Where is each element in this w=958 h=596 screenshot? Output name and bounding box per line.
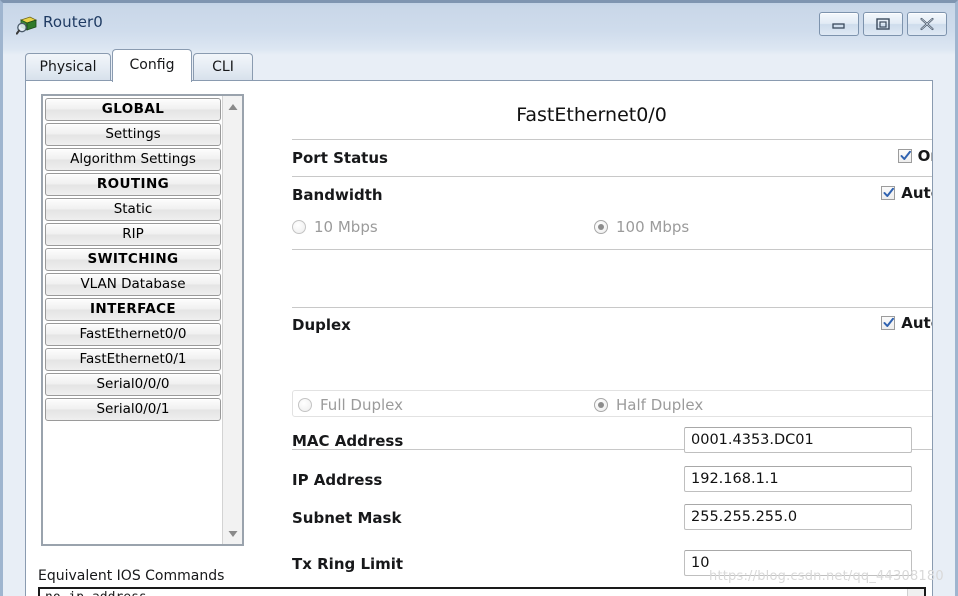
duplex-auto-checkbox[interactable]: Auto: [881, 314, 932, 332]
router-config-window: Router0 Physical Config CLI GLOBAL Setti…: [0, 0, 958, 596]
duplex-radio-half-label: Half Duplex: [616, 396, 704, 414]
maximize-button[interactable]: [863, 12, 903, 36]
ip-address-label: IP Address: [292, 471, 383, 489]
maximize-icon: [876, 18, 890, 30]
ios-command-text: no ip address: [45, 590, 147, 596]
sidebar-item-global[interactable]: GLOBAL: [45, 98, 221, 121]
sidebar-item-fastethernet0-1[interactable]: FastEthernet0/1: [45, 348, 221, 371]
config-pane: GLOBAL Settings Algorithm Settings ROUTI…: [25, 80, 933, 596]
sidebar-item-switching[interactable]: SWITCHING: [45, 248, 221, 271]
sidebar-item-serial0-0-0[interactable]: Serial0/0/0: [45, 373, 221, 396]
sidebar-item-serial0-0-1[interactable]: Serial0/0/1: [45, 398, 221, 421]
subnet-mask-label: Subnet Mask: [292, 509, 402, 527]
bandwidth-auto-checkbox[interactable]: Auto: [881, 184, 932, 202]
checkbox-checked-icon: [881, 316, 896, 330]
window-controls: [819, 12, 947, 36]
sidebar-item-vlan-database[interactable]: VLAN Database: [45, 273, 221, 296]
tab-physical[interactable]: Physical: [25, 53, 111, 81]
radio-selected-icon: [594, 220, 608, 234]
sidebar-item-static[interactable]: Static: [45, 198, 221, 221]
duplex-auto-label: Auto: [901, 314, 932, 332]
scroll-up-arrow-icon[interactable]: [223, 98, 242, 115]
sidebar-item-routing[interactable]: ROUTING: [45, 173, 221, 196]
port-status-checkbox-label: On: [917, 147, 932, 165]
equivalent-ios-commands-label: Equivalent IOS Commands: [38, 568, 225, 584]
bandwidth-radio-100mbps-label: 100 Mbps: [616, 218, 690, 236]
window-title: Router0: [43, 13, 103, 31]
subnet-mask-input[interactable]: [684, 504, 912, 530]
port-status-label: Port Status: [292, 149, 388, 167]
divider-top: [292, 139, 932, 140]
radio-unselected-icon: [292, 220, 306, 234]
close-button[interactable]: [907, 12, 947, 36]
checkbox-checked-icon: [881, 186, 896, 200]
bandwidth-auto-label: Auto: [901, 184, 932, 202]
equivalent-ios-commands-console[interactable]: no ip address: [38, 587, 926, 596]
sidebar-item-settings[interactable]: Settings: [45, 123, 221, 146]
interface-title: FastEthernet0/0: [516, 104, 667, 126]
tab-config[interactable]: Config: [112, 49, 192, 82]
bandwidth-radio-10mbps-label: 10 Mbps: [314, 218, 378, 236]
sidebar-item-fastethernet0-0[interactable]: FastEthernet0/0: [45, 323, 221, 346]
mac-address-label: MAC Address: [292, 432, 404, 450]
port-status-checkbox[interactable]: On: [897, 147, 932, 165]
sidebar-item-interface[interactable]: INTERFACE: [45, 298, 221, 321]
radio-unselected-icon: [298, 398, 312, 412]
duplex-radio-full-label: Full Duplex: [320, 396, 404, 414]
tx-ring-limit-label: Tx Ring Limit: [292, 555, 404, 573]
sidebar-scrollbar[interactable]: [222, 96, 242, 544]
divider-port-status: [292, 176, 932, 177]
duplex-radio-full[interactable]: Full Duplex: [298, 396, 403, 414]
bandwidth-radio-10mbps[interactable]: 10 Mbps: [292, 218, 378, 236]
sidebar-item-rip[interactable]: RIP: [45, 223, 221, 246]
mac-address-input[interactable]: [684, 427, 912, 453]
divider-duplex: [292, 307, 932, 308]
ios-console-scrollbar[interactable]: [907, 589, 924, 596]
interface-config-form: FastEthernet0/0 Port Status On Bandwidth: [264, 94, 932, 576]
close-icon: [920, 17, 934, 31]
minimize-button[interactable]: [819, 12, 859, 36]
minimize-icon: [832, 23, 845, 29]
router-magnifier-icon: [15, 14, 38, 36]
bandwidth-label: Bandwidth: [292, 186, 383, 204]
divider-bandwidth: [292, 249, 932, 250]
watermark: https://blog.csdn.net/qq_44308180: [709, 569, 944, 584]
title-bar: Router0: [3, 3, 955, 49]
ip-address-input[interactable]: [684, 466, 912, 492]
bandwidth-radio-100mbps[interactable]: 100 Mbps: [594, 218, 689, 236]
config-sidebar: GLOBAL Settings Algorithm Settings ROUTI…: [41, 94, 244, 546]
duplex-label: Duplex: [292, 316, 351, 334]
radio-selected-icon: [594, 398, 608, 412]
scroll-down-arrow-icon[interactable]: [223, 525, 242, 542]
checkbox-checked-icon: [897, 149, 912, 163]
tab-bar: Physical Config CLI: [25, 49, 933, 82]
sidebar-item-algorithm-settings[interactable]: Algorithm Settings: [45, 148, 221, 171]
duplex-radio-half[interactable]: Half Duplex: [594, 396, 703, 414]
tab-cli[interactable]: CLI: [193, 53, 253, 81]
sidebar-list: GLOBAL Settings Algorithm Settings ROUTI…: [43, 96, 225, 423]
